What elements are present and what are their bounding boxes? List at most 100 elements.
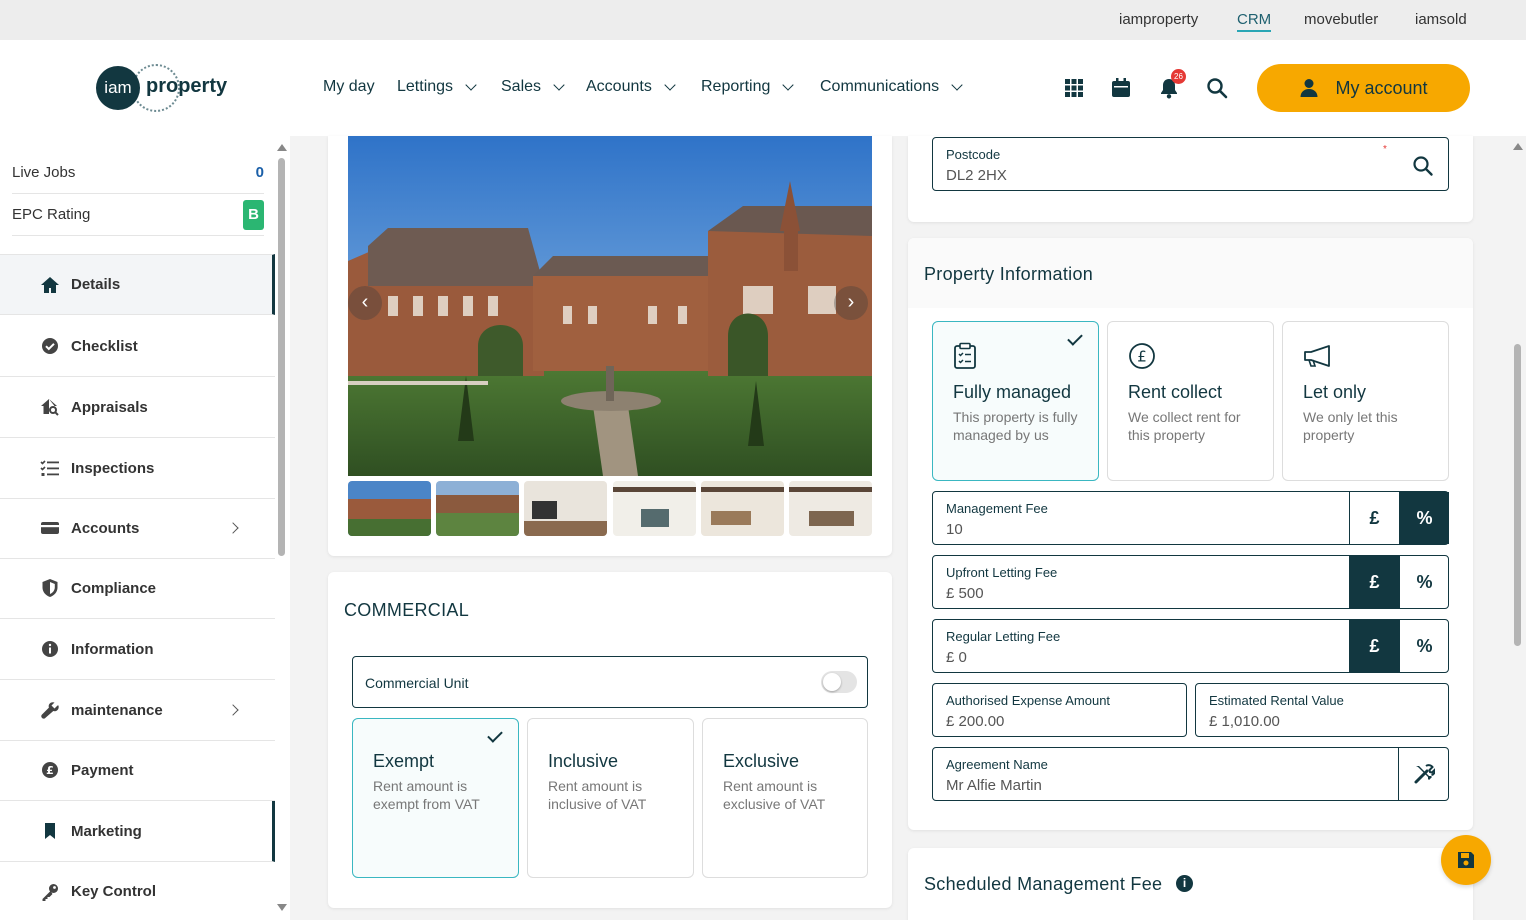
topbar-link-iamproperty[interactable]: iamproperty	[1119, 11, 1198, 28]
scroll-up-arrow[interactable]	[277, 144, 287, 151]
pound-toggle[interactable]: £	[1349, 620, 1399, 672]
pound-toggle[interactable]: £	[1349, 492, 1399, 544]
field-value: £ 0	[946, 649, 967, 666]
top-bar: iamproperty CRM movebutler iamsold	[0, 0, 1526, 40]
service-option-let-only[interactable]: Let only We only let this property	[1282, 321, 1449, 481]
topbar-link-iamsold[interactable]: iamsold	[1415, 11, 1467, 28]
pound-toggle[interactable]: £	[1349, 556, 1399, 608]
carousel-prev-button[interactable]: ‹	[348, 286, 382, 320]
iamproperty-logo[interactable]: iam property	[96, 64, 236, 112]
service-title: Let only	[1303, 382, 1367, 402]
nav-sales[interactable]: Sales	[501, 78, 565, 96]
field-label: Upfront Letting Fee	[946, 565, 1058, 580]
sidebar-item-accounts[interactable]: Accounts	[0, 498, 275, 559]
gallery-thumbnail[interactable]	[789, 481, 872, 536]
percent-toggle[interactable]: %	[1399, 556, 1449, 608]
management-fee-field[interactable]: Management Fee 10 £ %	[932, 491, 1449, 545]
commercial-unit-toggle[interactable]	[821, 671, 857, 693]
scroll-down-arrow[interactable]	[277, 904, 287, 911]
nav-lettings[interactable]: Lettings	[397, 78, 477, 96]
required-marker: *	[1383, 144, 1387, 155]
agreement-name-field[interactable]: Agreement Name Mr Alfie Martin	[932, 747, 1449, 801]
option-desc: Rent amount is inclusive of VAT	[548, 778, 647, 812]
sidebar-item-maintenance[interactable]: maintenance	[0, 680, 275, 741]
option-desc: Rent amount is exempt from VAT	[373, 778, 480, 812]
gallery-thumbnail[interactable]	[436, 481, 519, 536]
bookmark-icon	[45, 823, 55, 839]
service-option-rent-collect[interactable]: £ Rent collect We collect rent for this …	[1107, 321, 1274, 481]
vat-option-exempt[interactable]: Exempt Rent amount is exempt from VAT	[352, 718, 519, 878]
sidebar-item-details[interactable]: Details	[0, 254, 275, 315]
info-icon[interactable]: i	[1176, 875, 1193, 892]
nav-label: Lettings	[397, 78, 454, 95]
sidebar-item-label: Marketing	[71, 822, 142, 840]
postcode-field[interactable]: Postcode DL2 2HX *	[932, 137, 1449, 191]
nav-accounts[interactable]: Accounts	[586, 78, 676, 96]
sidebar-item-checklist[interactable]: Checklist	[0, 316, 275, 377]
wrench-icon	[41, 702, 59, 719]
svg-text:£: £	[46, 764, 54, 777]
user-icon	[1300, 79, 1318, 97]
nav-reporting[interactable]: Reporting	[701, 78, 795, 96]
sidebar-item-label: maintenance	[71, 701, 163, 719]
page-scrollbar[interactable]	[1514, 344, 1521, 646]
sidebar-item-key-control[interactable]: Key Control	[0, 861, 275, 920]
vat-option-exclusive[interactable]: Exclusive Rent amount is exclusive of VA…	[702, 718, 868, 878]
nav-label: My day	[323, 78, 375, 95]
sidebar: Live Jobs 0 EPC Rating B Details Checkli…	[0, 136, 290, 920]
topbar-link-movebutler[interactable]: movebutler	[1304, 11, 1378, 28]
nav-my-day[interactable]: My day	[323, 78, 375, 96]
authorised-expense-field[interactable]: Authorised Expense Amount £ 200.00	[932, 683, 1187, 737]
gallery-thumbnail[interactable]	[524, 481, 607, 536]
sidebar-scrollbar[interactable]	[278, 158, 285, 556]
regular-letting-fee-field[interactable]: Regular Letting Fee £ 0 £ %	[932, 619, 1449, 673]
sidebar-item-marketing[interactable]: Marketing	[0, 801, 275, 862]
stat-live-jobs: Live Jobs 0	[12, 152, 264, 194]
topbar-link-crm[interactable]: CRM	[1237, 11, 1272, 32]
page-scroll-up-arrow[interactable]	[1513, 143, 1523, 150]
my-account-button[interactable]: My account	[1257, 64, 1470, 112]
field-label: Regular Letting Fee	[946, 629, 1061, 644]
property-information-section: Property Information Fully managed This …	[908, 238, 1473, 830]
vat-option-inclusive[interactable]: Inclusive Rent amount is inclusive of VA…	[527, 718, 694, 878]
tools-button[interactable]	[1398, 748, 1448, 800]
sidebar-item-compliance[interactable]: Compliance	[0, 558, 275, 619]
app-grid-icon[interactable]	[1063, 77, 1085, 99]
gallery-thumbnail[interactable]	[613, 481, 696, 536]
epc-badge: B	[243, 199, 264, 230]
estimated-rental-value-field[interactable]: Estimated Rental Value £ 1,010.00	[1195, 683, 1449, 737]
main-property-photo[interactable]: ‹ ›	[348, 136, 872, 476]
sidebar-item-label: Inspections	[71, 459, 155, 477]
stat-value: 0	[255, 164, 264, 181]
search-icon[interactable]	[1412, 155, 1434, 177]
calendar-icon[interactable]	[1110, 77, 1132, 99]
logo-mark: iam	[96, 66, 140, 110]
upfront-letting-fee-field[interactable]: Upfront Letting Fee £ 500 £ %	[932, 555, 1449, 609]
gallery-thumbnail[interactable]	[348, 481, 431, 536]
address-card: Postcode DL2 2HX *	[908, 136, 1473, 222]
sidebar-item-label: Information	[71, 640, 154, 658]
field-label: Postcode	[946, 147, 1001, 162]
service-option-fully-managed[interactable]: Fully managed This property is fully man…	[932, 321, 1099, 481]
sidebar-item-appraisals[interactable]: Appraisals	[0, 377, 275, 438]
percent-toggle[interactable]: %	[1399, 620, 1449, 672]
sidebar-item-payment[interactable]: £ Payment	[0, 740, 275, 801]
field-value: £ 1,010.00	[1209, 713, 1280, 730]
home-icon	[41, 276, 59, 293]
chevron-down-icon	[465, 79, 477, 91]
search-icon[interactable]	[1206, 77, 1228, 99]
nav-communications[interactable]: Communications	[820, 78, 963, 96]
sidebar-item-information[interactable]: Information	[0, 619, 275, 680]
option-desc: Rent amount is exclusive of VAT	[723, 778, 826, 812]
pound-coin-icon: £	[42, 762, 58, 778]
chevron-right-icon	[227, 704, 239, 716]
carousel-next-button[interactable]: ›	[834, 286, 868, 320]
sidebar-item-inspections[interactable]: Inspections	[0, 438, 275, 499]
field-value: 10	[946, 521, 963, 538]
thumbnail-image	[524, 481, 607, 536]
field-value: £ 200.00	[946, 713, 1005, 730]
percent-toggle[interactable]: %	[1399, 492, 1449, 544]
gallery-thumbnail[interactable]	[701, 481, 784, 536]
save-button[interactable]	[1441, 835, 1491, 885]
list-check-icon	[40, 460, 59, 476]
